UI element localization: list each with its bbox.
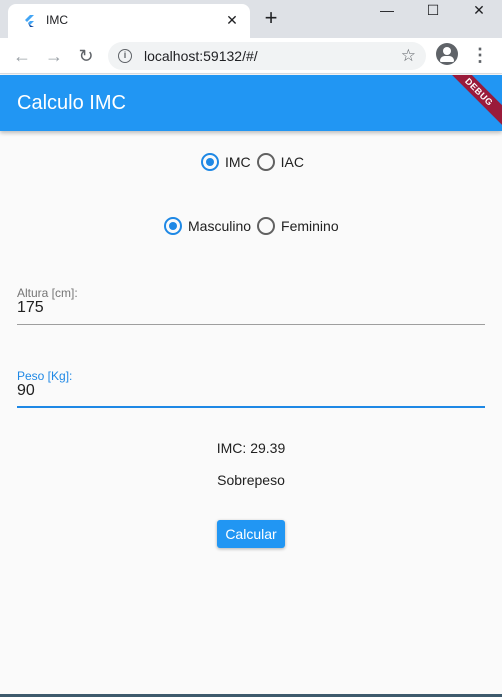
browser-tab[interactable]: IMC ✕: [8, 4, 250, 38]
mode-radio-group: IMC IAC: [201, 153, 310, 171]
radio-imc[interactable]: [201, 153, 219, 171]
browser-toolbar: ← → ↻ i localhost:59132/#/ ☆ ⋮: [0, 38, 502, 74]
tab-title: IMC: [46, 13, 68, 27]
radio-masculino[interactable]: [164, 217, 182, 235]
debug-banner: DEBUG: [435, 75, 502, 131]
url-text: localhost:59132/#/: [144, 48, 258, 64]
flutter-icon: [25, 15, 34, 27]
info-icon[interactable]: i: [118, 49, 132, 63]
imc-category: Sobrepeso: [217, 472, 285, 488]
radio-feminino[interactable]: [257, 217, 276, 235]
back-icon[interactable]: ←: [10, 44, 34, 68]
radio-imc-label[interactable]: IMC: [225, 153, 251, 171]
radio-feminino-label[interactable]: Feminino: [281, 217, 339, 235]
radio-iac-label[interactable]: IAC: [281, 153, 304, 171]
maximize-button[interactable]: ☐: [410, 0, 456, 28]
radio-iac[interactable]: [256, 153, 275, 171]
height-field[interactable]: 175: [17, 299, 44, 317]
weight-field[interactable]: 90: [17, 382, 35, 400]
address-bar[interactable]: i localhost:59132/#/ ☆: [108, 42, 426, 70]
imc-result: IMC: 29.39: [216, 440, 286, 456]
radio-masculino-label[interactable]: Masculino: [188, 217, 251, 235]
bookmark-star-icon[interactable]: ☆: [401, 46, 416, 66]
menu-icon[interactable]: ⋮: [470, 44, 490, 68]
minimize-button[interactable]: —: [364, 0, 410, 28]
app-bar: Calculo IMC DEBUG: [0, 75, 502, 131]
height-field-label: Altura [cm]:: [17, 286, 78, 300]
new-tab-button[interactable]: +: [260, 7, 282, 30]
height-field-underline: [17, 324, 485, 325]
close-window-button[interactable]: ✕: [456, 0, 502, 28]
browser-tab-strip: IMC ✕ + — ☐ ✕: [0, 0, 502, 38]
page-title: Calculo IMC: [17, 92, 126, 114]
weight-field-label: Peso [Kg]:: [17, 369, 73, 383]
weight-field-underline: [17, 406, 485, 408]
forward-icon[interactable]: →: [42, 44, 66, 68]
reload-icon[interactable]: ↻: [74, 44, 98, 68]
close-tab-icon[interactable]: ✕: [224, 12, 240, 28]
profile-icon[interactable]: [436, 43, 458, 65]
calculate-button[interactable]: Calcular: [217, 520, 285, 548]
sex-radio-group: Masculino Feminino: [164, 217, 345, 235]
